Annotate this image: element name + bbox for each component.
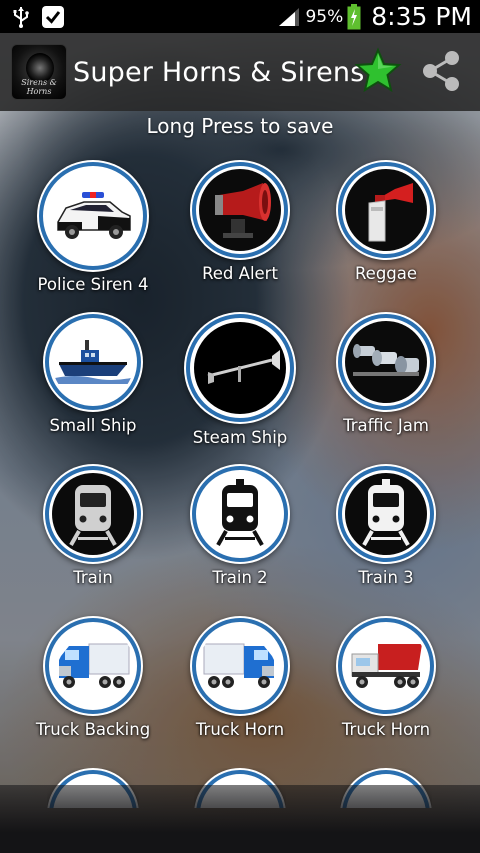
sound-circle [190,616,290,716]
tugboat-icon [55,340,131,384]
sound-button-traffic-jam[interactable]: Traffic Jam [313,312,459,435]
sound-circle [43,464,143,564]
sound-label: Truck Horn [341,720,431,739]
train-icon [69,485,117,546]
bottom-bar [0,785,480,853]
usb-icon [13,6,29,28]
sound-button-police-siren-4[interactable]: Police Siren 4 [20,160,166,294]
blue-truck-icon [59,643,130,688]
sound-circle [190,160,290,260]
sound-button-train[interactable]: Train [20,464,166,587]
sound-circle [184,312,296,424]
sound-button-truck-horn[interactable]: Truck Horn [167,616,313,739]
sound-circle [336,616,436,716]
share-icon[interactable] [418,48,464,94]
truck-horns-icon [353,344,419,376]
air-horn-icon [368,183,413,242]
clock: 8:35 PM [371,2,472,31]
dump-truck-icon [351,644,422,688]
sound-circle [43,616,143,716]
sound-label: Small Ship [49,416,137,435]
sound-button-truck-backing[interactable]: Truck Backing [20,616,166,739]
sound-label: Train 2 [212,568,268,587]
app-icon-text: Sirens & Horns [21,78,57,96]
sound-circle [336,160,436,260]
blue-truck-icon [203,643,274,688]
sound-circle [336,312,436,412]
alarm-horn-icon [215,183,271,238]
notification-check-icon [42,5,64,28]
sound-button-truck-horn-2[interactable]: Truck Horn [313,616,459,739]
action-bar: Sirens & Horns Super Horns & Sirens [0,33,480,111]
sound-circle [336,464,436,564]
star-icon[interactable] [354,47,402,95]
signal-icon [279,7,300,26]
sound-circle [43,312,143,412]
sound-button-reggae[interactable]: Reggae [313,160,459,283]
sound-label: Truck Horn [195,720,285,739]
sound-label: Steam Ship [192,428,288,447]
police-car-icon [57,192,131,239]
sound-button-train-3[interactable]: Train 3 [313,464,459,587]
app-icon[interactable]: Sirens & Horns [11,44,67,100]
sound-label: Train 3 [358,568,414,587]
status-bar: 95% 8:35 PM [0,0,480,33]
sound-label: Truck Backing [35,720,151,739]
sound-label: Traffic Jam [343,416,429,435]
app-title: Super Horns & Sirens [73,56,365,88]
sound-circle [37,160,149,272]
battery-charging-icon [347,3,361,29]
sound-label: Red Alert [202,264,278,283]
sound-button-train-2[interactable]: Train 2 [167,464,313,587]
battery-percent: 95% [305,6,344,27]
sound-label: Reggae [354,264,418,283]
sound-circle [190,464,290,564]
sound-label: Train [73,568,113,587]
sound-button-steam-ship[interactable]: Steam Ship [167,312,313,447]
train-icon [216,479,264,546]
sound-button-red-alert[interactable]: Red Alert [167,160,313,283]
steam-horn-icon [207,350,280,384]
long-press-hint: Long Press to save [146,114,334,138]
sound-label: Police Siren 4 [37,275,149,294]
sound-button-small-ship[interactable]: Small Ship [20,312,166,435]
train-icon [362,479,410,546]
